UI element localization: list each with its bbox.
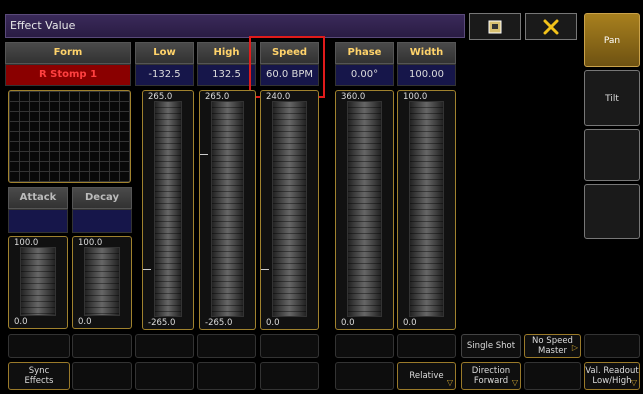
speed-highlight — [249, 36, 325, 98]
high-value[interactable]: 132.5 — [197, 64, 256, 86]
sidebar-empty — [584, 129, 640, 181]
speed-handle[interactable] — [261, 269, 269, 270]
low-min: -265.0 — [148, 318, 176, 328]
speed-fader[interactable]: 240.0 0.0 — [260, 90, 319, 330]
empty-slot — [335, 334, 394, 358]
empty-slot — [397, 334, 456, 358]
sync-effects-button[interactable]: Sync Effects — [8, 362, 70, 390]
window-title: Effect Value — [10, 19, 76, 32]
empty-slot — [260, 362, 319, 390]
low-fader[interactable]: 265.0 -265.0 — [142, 90, 194, 330]
direction-label: Direction Forward — [471, 366, 511, 386]
sidebar-item-tilt[interactable]: Tilt — [584, 70, 640, 126]
phase-header[interactable]: Phase — [335, 42, 394, 64]
low-header[interactable]: Low — [135, 42, 194, 64]
decay-fader[interactable]: 100.0 0.0 — [72, 236, 132, 329]
direction-forward-button[interactable]: Direction Forward ▽ — [461, 362, 521, 390]
high-header[interactable]: High — [197, 42, 256, 64]
width-min: 0.0 — [403, 318, 417, 328]
attack-min: 0.0 — [14, 317, 28, 327]
form-graph[interactable] — [8, 90, 131, 183]
high-min: -265.0 — [205, 318, 233, 328]
empty-slot — [72, 362, 132, 390]
phase-value[interactable]: 0.00° — [335, 64, 394, 86]
close-button[interactable] — [525, 13, 577, 40]
attack-header[interactable]: Attack — [8, 187, 68, 209]
width-header[interactable]: Width — [397, 42, 456, 64]
empty-slot — [8, 334, 70, 358]
width-value[interactable]: 100.00 — [397, 64, 456, 86]
form-value[interactable]: R Stomp 1 — [5, 64, 131, 86]
decay-header[interactable]: Decay — [72, 187, 132, 209]
phase-fader[interactable]: 360.0 0.0 — [335, 90, 394, 330]
width-fader[interactable]: 100.0 0.0 — [397, 90, 456, 330]
decay-value[interactable] — [72, 209, 132, 233]
empty-slot — [260, 334, 319, 358]
high-handle[interactable] — [200, 154, 208, 155]
dropdown-arrow-icon: ▽ — [630, 378, 637, 387]
empty-slot — [197, 334, 256, 358]
dropdown-arrow-icon: ▽ — [511, 378, 518, 387]
empty-slot — [72, 334, 132, 358]
phase-min: 0.0 — [341, 318, 355, 328]
no-speed-master-button[interactable]: No Speed Master ▷ — [524, 334, 581, 358]
attack-fader[interactable]: 100.0 0.0 — [8, 236, 68, 329]
dropdown-arrow-icon: ▽ — [446, 378, 453, 387]
low-value[interactable]: -132.5 — [135, 64, 194, 86]
view-icon — [488, 20, 502, 33]
close-icon — [543, 19, 559, 34]
empty-slot — [197, 362, 256, 390]
decay-min: 0.0 — [78, 317, 92, 327]
single-shot-button[interactable]: Single Shot — [461, 334, 521, 358]
empty-slot — [335, 362, 394, 390]
form-header[interactable]: Form — [5, 42, 131, 64]
relative-button[interactable]: Relative ▽ — [397, 362, 456, 390]
empty-slot — [584, 334, 640, 358]
high-fader[interactable]: 265.0 -265.0 — [199, 90, 256, 330]
low-handle[interactable] — [143, 269, 151, 270]
view-button[interactable] — [469, 13, 521, 40]
speed-min: 0.0 — [266, 318, 280, 328]
relative-label: Relative — [409, 371, 444, 381]
sidebar-item-pan[interactable]: Pan — [584, 13, 640, 67]
window-title-bar: Effect Value — [5, 14, 465, 38]
submenu-arrow-icon: ▷ — [571, 343, 578, 352]
empty-slot — [135, 362, 194, 390]
attack-value[interactable] — [8, 209, 68, 233]
no-speed-master-label: No Speed Master — [532, 336, 573, 356]
sidebar-empty — [584, 184, 640, 239]
empty-slot — [524, 362, 581, 390]
empty-slot — [135, 334, 194, 358]
val-readout-button[interactable]: Val. Readout Low/High ▽ — [584, 362, 640, 390]
